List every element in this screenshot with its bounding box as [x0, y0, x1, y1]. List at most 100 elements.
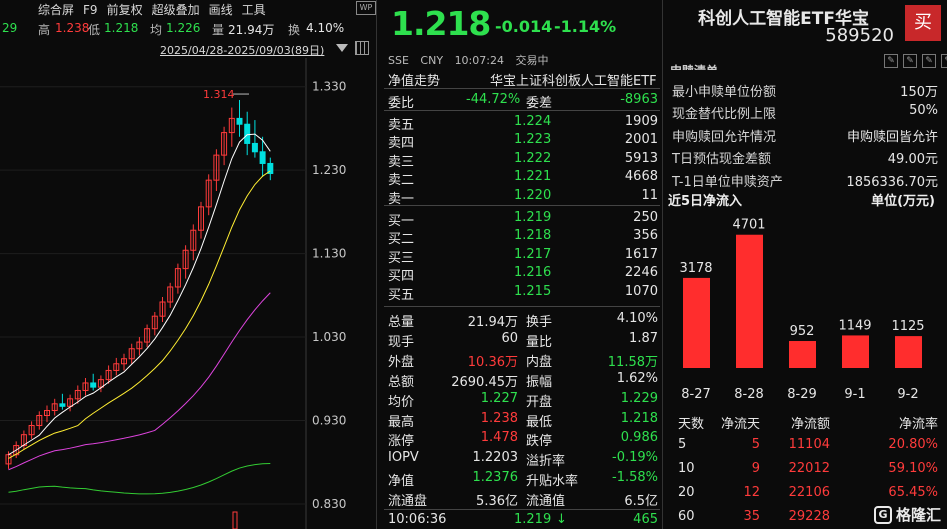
tick-price: 1.219 [514, 512, 552, 527]
table-header-cell: 净流率 [898, 417, 938, 432]
bid-volume: 1617 [624, 246, 658, 262]
stat-value: 1.478 [480, 430, 518, 446]
table-cell: 5 [678, 437, 687, 452]
divider [384, 205, 660, 206]
stat-label: 流通盘 [388, 494, 428, 510]
inflow-category-label: 8-29 [787, 387, 817, 402]
bid-price: 1.216 [514, 265, 552, 281]
divider [384, 88, 660, 89]
stat-label: 现手 [388, 334, 415, 350]
edit-icon[interactable]: ✎ [903, 54, 917, 68]
stat-value: -0.19% [612, 450, 658, 466]
inflow-category-label: 9-2 [897, 387, 918, 402]
stat-value: 1.218 [620, 410, 658, 426]
ask-price: 1.221 [514, 169, 552, 185]
ask-label: 卖四 [388, 136, 415, 152]
stat-label: 总额 [388, 374, 415, 390]
stat-label: 均价 [388, 394, 415, 410]
table-cell: 60 [678, 509, 695, 524]
bid-volume: 250 [633, 210, 658, 225]
info-value: 150万 [900, 85, 938, 100]
toolbar-item-draw[interactable]: 画线 [209, 1, 233, 18]
stat-value: 1.2376 [472, 470, 519, 486]
ask-volume: 2001 [624, 132, 658, 148]
bid-row[interactable]: 买三 1.217 1617 [388, 246, 658, 266]
y-tick-label: 1.030 [312, 330, 346, 344]
toolbar-item-adjust[interactable]: 前复权 [107, 1, 143, 18]
stat-value: 5.36亿 [476, 494, 518, 510]
stat-value: -1.58% [612, 470, 658, 486]
wp-icon[interactable]: WP [356, 1, 376, 15]
candle-body [251, 142, 258, 153]
ask-volume: 11 [641, 187, 658, 203]
stat-label: 量比 [526, 334, 553, 350]
quote-summary-line: 29 高 1.238 低 1.218 均 1.226 量 21.94万 换 4.… [0, 19, 376, 39]
kline-svg: 1.330 1.230 1.130 1.030 0.930 0.830 1.314 [0, 58, 346, 529]
table-header-cell: 净流额 [790, 417, 830, 432]
bid-row[interactable]: 买二 1.218 356 [388, 227, 658, 247]
ask-row[interactable]: 卖一 1.220 11 [388, 187, 658, 207]
table-cell: 10 [678, 461, 695, 476]
stat-value: 1.238 [480, 410, 518, 426]
volume-value: 21.94万 [228, 23, 275, 37]
price-change: -0.014 [495, 17, 553, 36]
inflow-value-label: 1125 [891, 319, 924, 334]
toolbar-item-f9[interactable]: F9 [83, 3, 98, 17]
ask-row[interactable]: 卖四 1.223 2001 [388, 131, 658, 152]
edit-icon[interactable]: ✎ [922, 54, 936, 68]
edit-icon[interactable]: ✎ [884, 54, 898, 68]
nav-row[interactable]: 净值走势 华宝上证科创板人工智能ETF [388, 69, 658, 89]
stat-label: 最高 [388, 414, 415, 430]
ask-price: 1.222 [514, 150, 552, 166]
bid-volume: 356 [633, 228, 658, 244]
toolbar-item-overlay[interactable]: 超级叠加 [152, 1, 200, 18]
grid-toggle-icon[interactable] [355, 41, 369, 55]
table-header: 天数 净流天 净流额 净流率 [678, 412, 938, 432]
divider [384, 509, 660, 510]
stat-label: 流通值 [526, 494, 566, 510]
table-header-cell: 净流天 [720, 417, 760, 432]
candle-body [59, 403, 66, 407]
table-cell: 20 [678, 485, 695, 500]
info-value: 50% [909, 103, 938, 119]
bid-label: 买三 [388, 250, 415, 266]
info-label: 申购赎回允许情况 [672, 129, 777, 145]
candle-body [236, 117, 243, 125]
y-tick-label: 1.330 [312, 80, 346, 94]
moving-average-line [8, 292, 271, 471]
nav-desc: 华宝上证科创板人工智能ETF [490, 74, 657, 89]
stat-label: 换手 [526, 315, 553, 330]
stat-value: 4.10% [616, 311, 658, 326]
volume-label: 量 [212, 23, 225, 37]
ask-row[interactable]: 卖五 1.224 1909 [388, 113, 658, 133]
bid-label: 买一 [388, 214, 415, 229]
table-row: 10 9 22012 59.10% [678, 460, 938, 480]
toolbar-item-overview[interactable]: 综合屏 [38, 1, 74, 18]
ask-row[interactable]: 卖二 1.221 4668 [388, 168, 658, 188]
candle-body [244, 123, 251, 144]
turnover-value: 4.10% [306, 21, 345, 35]
ask-volume: 5913 [624, 150, 658, 166]
info-row: T-1日单位申赎资产 1856336.70元 [672, 170, 938, 190]
info-row: 申购赎回允许情况 申购赎回皆允许 [672, 125, 938, 145]
candlestick-chart[interactable]: 1.330 1.230 1.130 1.030 0.930 0.830 1.314 [0, 58, 376, 529]
moving-average-line [8, 133, 271, 456]
buy-button[interactable]: 买 [905, 5, 941, 41]
stat-value: 2690.45万 [451, 374, 518, 390]
exchange: SSE [388, 54, 409, 67]
date-range[interactable]: 2025/04/28-2025/09/03(89日) [160, 42, 324, 58]
chevron-down-icon[interactable] [336, 44, 348, 52]
info-row: T日预估现金差额 49.00元 [672, 147, 938, 167]
info-row: 现金替代比例上限 50% [672, 102, 938, 122]
stat-value: 21.94万 [467, 315, 518, 330]
bid-row[interactable]: 买四 1.216 2246 [388, 264, 658, 284]
ask-row[interactable]: 卖三 1.222 5913 [388, 150, 658, 170]
weibi-value: -44.72% [466, 92, 521, 107]
bid-row[interactable]: 买五 1.215 1070 [388, 283, 658, 303]
bid-row[interactable]: 买一 1.219 250 [388, 209, 658, 229]
table-row: 60 35 29228 [678, 508, 938, 528]
ask-label: 卖五 [388, 118, 415, 133]
edit-icon[interactable]: ✎ [941, 54, 947, 68]
bid-price: 1.215 [514, 283, 552, 299]
toolbar-item-tools[interactable]: 工具 [242, 1, 266, 18]
